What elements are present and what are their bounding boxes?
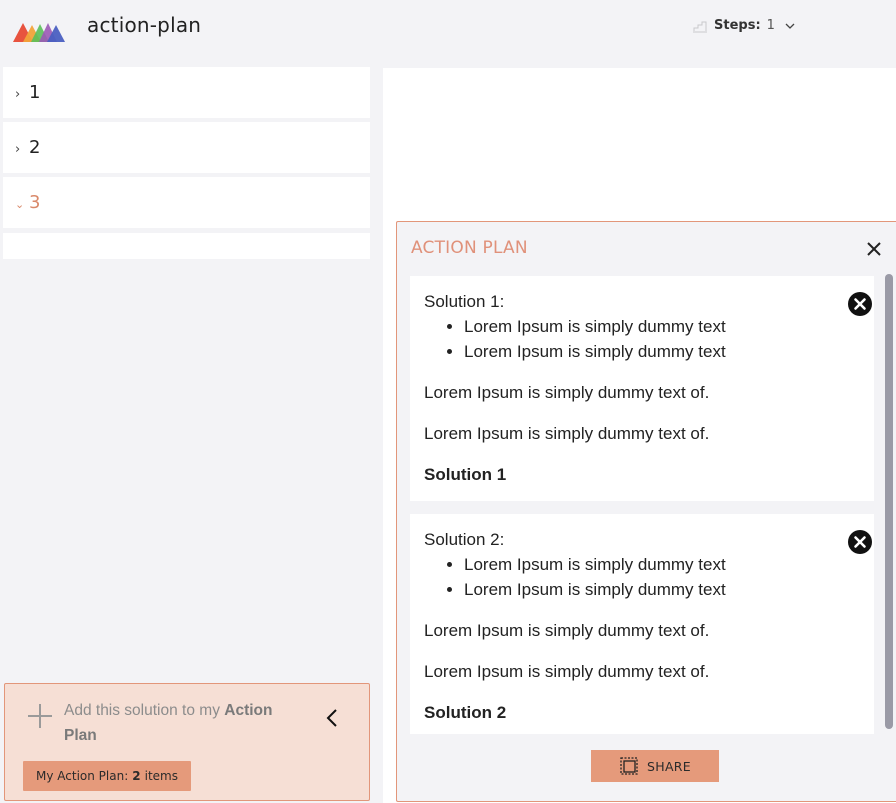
chevron-down-icon <box>785 23 795 29</box>
solution-bullets: Lorem Ipsum is simply dummy text Lorem I… <box>424 552 860 602</box>
add-solution-text[interactable]: Add this solution to my Action Plan <box>64 698 304 748</box>
step-item-2[interactable]: › 2 <box>3 122 370 173</box>
share-label: SHARE <box>647 758 691 774</box>
mountains-logo <box>13 23 65 42</box>
list-item: Lorem Ipsum is simply dummy text <box>464 552 860 577</box>
plus-icon[interactable] <box>27 703 53 729</box>
step-label: 3 <box>29 192 41 213</box>
app-title: action-plan <box>87 13 202 37</box>
solution-paragraph: Lorem Ipsum is simply dummy text of. <box>424 383 710 402</box>
step-label: 2 <box>29 137 41 158</box>
solution-card-1: Solution 1: Lorem Ipsum is simply dummy … <box>410 276 874 501</box>
plan-prefix: My Action Plan: <box>36 769 129 783</box>
solution-heading: Solution 1: <box>424 292 505 311</box>
solution-paragraph: Lorem Ipsum is simply dummy text of. <box>424 662 710 681</box>
scrollbar[interactable] <box>885 274 893 729</box>
chart-steps-icon <box>693 21 707 32</box>
step-content-area <box>3 233 370 259</box>
solution-paragraph: Lorem Ipsum is simply dummy text of. <box>424 621 710 640</box>
action-plan-panel: ACTION PLAN Solution 1: Lorem Ipsum is s… <box>396 221 896 802</box>
share-icon <box>620 757 638 775</box>
my-action-plan-button[interactable]: My Action Plan: 2 items <box>23 761 191 791</box>
plan-suffix: items <box>144 769 178 783</box>
steps-dropdown[interactable]: Steps: 1 <box>692 18 795 33</box>
step-item-3[interactable]: ⌄ 3 <box>3 177 370 228</box>
solution-heading: Solution 2: <box>424 530 505 549</box>
add-text-prefix: Add this solution to my <box>64 702 220 719</box>
list-item: Lorem Ipsum is simply dummy text <box>464 577 860 602</box>
solution-paragraph: Lorem Ipsum is simply dummy text of. <box>424 424 710 443</box>
solution-card-2: Solution 2: Lorem Ipsum is simply dummy … <box>410 514 874 734</box>
steps-label: Steps: <box>714 18 761 33</box>
solution-bullets: Lorem Ipsum is simply dummy text Lorem I… <box>424 314 860 364</box>
action-plan-title: ACTION PLAN <box>411 238 528 258</box>
chevron-down-icon: ⌄ <box>15 198 25 211</box>
list-item: Lorem Ipsum is simply dummy text <box>464 339 860 364</box>
close-icon[interactable] <box>864 239 884 259</box>
share-button[interactable]: SHARE <box>591 750 719 782</box>
solution-title: Solution 1 <box>424 465 507 484</box>
step-label: 1 <box>29 82 41 103</box>
app-header: action-plan Steps: 1 <box>0 0 896 66</box>
add-to-plan-box: Add this solution to my Action Plan My A… <box>4 683 370 801</box>
chevron-left-icon[interactable] <box>325 708 339 728</box>
step-item-1[interactable]: › 1 <box>3 67 370 118</box>
steps-value: 1 <box>766 18 775 33</box>
remove-circle-icon[interactable] <box>847 529 873 555</box>
plan-count: 2 <box>132 769 141 783</box>
remove-circle-icon[interactable] <box>847 291 873 317</box>
solution-title: Solution 2 <box>424 703 507 722</box>
list-item: Lorem Ipsum is simply dummy text <box>464 314 860 339</box>
chevron-right-icon: › <box>15 142 21 157</box>
chevron-right-icon: › <box>15 87 21 102</box>
